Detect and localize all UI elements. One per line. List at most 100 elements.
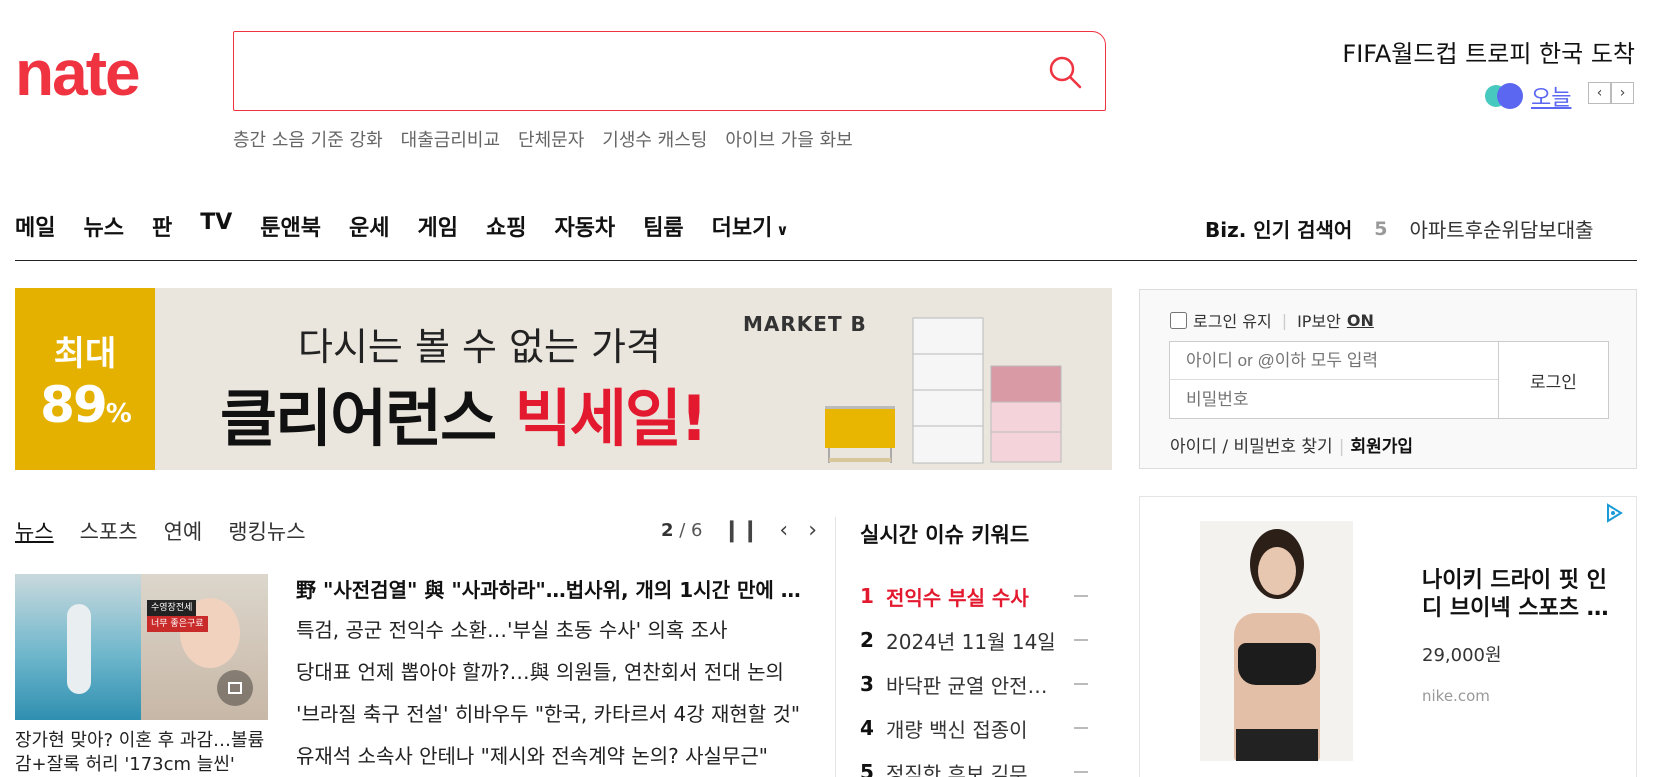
search-input[interactable]: [244, 42, 1024, 100]
no-change-icon: [1074, 771, 1088, 773]
adchoices-icon[interactable]: [1604, 503, 1624, 523]
ip-security-status[interactable]: ON: [1347, 311, 1374, 330]
ad-price: 29,000원: [1422, 645, 1502, 666]
nav-item-shopping[interactable]: 쇼핑: [486, 210, 526, 242]
separator: |: [1338, 437, 1345, 457]
banner-line2-main: 클리어런스: [220, 382, 515, 455]
badge-unit: %: [105, 399, 132, 429]
login-button[interactable]: 로그인: [1498, 342, 1608, 418]
join-link[interactable]: 회원가입: [1350, 437, 1413, 457]
nav-item-tv[interactable]: TV: [200, 210, 232, 242]
nav-item-more[interactable]: 더보기 ∨: [712, 210, 789, 242]
tab-ranking[interactable]: 랭킹뉴스: [228, 516, 305, 546]
ad-title[interactable]: 나이키 드라이 핏 인디 브이넥 스포츠 …: [1422, 567, 1620, 623]
no-change-icon: [1074, 595, 1088, 597]
keyword-rank: 5: [860, 760, 874, 777]
password-field[interactable]: [1170, 381, 1498, 419]
no-change-icon: [1074, 639, 1088, 641]
sports-bra: [1238, 643, 1316, 685]
recommended-keyword[interactable]: 아이브 가을 화보: [725, 126, 852, 152]
page-total: / 6: [679, 520, 703, 541]
main-nav: 메일 뉴스 판 TV 툰앤북 운세 게임 쇼핑 자동차 팀룸 더보기 ∨: [15, 210, 789, 242]
nav-item-fortune[interactable]: 운세: [349, 210, 389, 242]
biz-rank: 5: [1374, 217, 1388, 240]
nate-logo[interactable]: nate: [15, 40, 141, 106]
page-indicator: 2 / 6: [661, 520, 703, 541]
no-change-icon: [1074, 683, 1088, 685]
keep-login-checkbox[interactable]: [1170, 311, 1187, 329]
furniture-image: [825, 317, 1062, 464]
nav-divider: [15, 260, 1637, 261]
model-pants: [1236, 729, 1318, 761]
ad-domain: nike.com: [1422, 687, 1490, 705]
chevron-down-icon: ∨: [776, 221, 789, 239]
news-thumbnail[interactable]: 수영장전세 너무 좋은구료: [15, 574, 268, 720]
today-toggle[interactable]: 오늘: [1485, 80, 1571, 112]
login-links: 아이디 / 비밀번호 찾기 | 회원가입: [1170, 432, 1413, 457]
find-account-link[interactable]: 아이디 / 비밀번호 찾기: [1170, 437, 1333, 457]
recommended-keyword[interactable]: 대출금리비교: [401, 126, 500, 152]
keyword-item[interactable]: 4 개량 백신 접종이: [860, 706, 1088, 750]
thumb-caption[interactable]: 장가현 맞아? 이혼 후 과감…볼륨감+잘록 허리 '173cm 늘씬': [15, 729, 268, 777]
page-current: 2: [661, 520, 674, 541]
next-icon[interactable]: ›: [808, 518, 817, 543]
news-item[interactable]: 당대표 언제 뽑아야 할까?…與 의원들, 연찬회서 전대 논의: [296, 656, 816, 698]
recommended-keyword[interactable]: 기생수 캐스팅: [602, 126, 707, 152]
recommended-keywords: 층간 소음 기준 강화 대출금리비교 단체문자 기생수 캐스팅 아이브 가을 화…: [233, 126, 853, 152]
nav-item-teamroom[interactable]: 팀룸: [643, 210, 683, 242]
recommended-keyword[interactable]: 단체문자: [518, 126, 584, 152]
ip-security-label[interactable]: IP보안: [1297, 308, 1341, 332]
keep-login-label[interactable]: 로그인 유지: [1193, 308, 1272, 332]
prev-arrow-icon[interactable]: ‹: [1588, 82, 1611, 104]
login-panel: 로그인 유지 | IP보안 ON 로그인 아이디 / 비밀번호 찾기|회원가입: [1139, 289, 1637, 469]
product-ad[interactable]: 나이키 드라이 핏 인디 브이넥 스포츠 … 29,000원 nike.com: [1139, 496, 1637, 777]
keywords-title: 실시간 이슈 키워드: [860, 523, 1030, 547]
keyword-rank: 2: [860, 628, 874, 652]
nav-item-toon[interactable]: 툰앤북: [260, 210, 321, 242]
id-field[interactable]: [1170, 342, 1498, 380]
tab-entertainment[interactable]: 연예: [164, 516, 203, 546]
nav-item-game[interactable]: 게임: [417, 210, 457, 242]
news-item[interactable]: 특검, 공군 전익수 소환…'부실 초동 수사' 의혹 조사: [296, 614, 816, 656]
keyword-item[interactable]: 5 정직한 후보 김무…: [860, 750, 1088, 777]
tab-sports[interactable]: 스포츠: [80, 516, 138, 546]
trending-headline[interactable]: FIFA월드컵 트로피 한국 도착: [1342, 34, 1635, 69]
recommended-keyword[interactable]: 층간 소음 기준 강화: [233, 126, 383, 152]
nav-item-news[interactable]: 뉴스: [83, 210, 123, 242]
keyword-item[interactable]: 3 바닥판 균열 안전…: [860, 662, 1088, 706]
keyword-label: 2024년 11월 14일: [886, 629, 1056, 654]
keyword-item[interactable]: 1 전익수 부실 수사: [860, 574, 1088, 618]
no-change-icon: [1074, 727, 1088, 729]
news-item[interactable]: 유재석 소속사 안테나 "제시와 전속계약 논의? 사실무근": [296, 740, 816, 777]
banner-badge-value: 89%: [15, 376, 155, 434]
keyword-item[interactable]: 2 2024년 11월 14일: [860, 618, 1088, 662]
keyword-rank: 1: [860, 584, 874, 608]
banner-line2-highlight: 빅세일!: [514, 382, 708, 455]
product-image[interactable]: [1200, 521, 1353, 761]
pause-icon[interactable]: ❙❙: [723, 518, 760, 543]
tab-news[interactable]: 뉴스: [15, 516, 54, 546]
keywords-list: 1 전익수 부실 수사 2 2024년 11월 14일 3 바닥판 균열 안전……: [860, 574, 1088, 777]
keyword-label: 개량 백신 접종이: [886, 717, 1028, 742]
today-label[interactable]: 오늘: [1531, 80, 1571, 112]
biz-keyword[interactable]: 아파트후순위담보대출: [1410, 214, 1594, 243]
trend-arrows: ‹ ›: [1588, 82, 1634, 104]
news-item[interactable]: '브라질 축구 전설' 히바우두 "한국, 카타르서 4강 재현할 것": [296, 698, 816, 740]
model-face: [1258, 547, 1296, 595]
nav-item-car[interactable]: 자동차: [554, 210, 615, 242]
banner-badge: 최대 89%: [15, 288, 155, 470]
keyword-rank: 4: [860, 716, 874, 740]
news-tabs: 뉴스 스포츠 연예 랭킹뉴스: [15, 516, 306, 546]
today-dots-icon: [1485, 83, 1523, 109]
thumb-tag: 너무 좋은구료: [147, 616, 208, 632]
search-icon[interactable]: [1047, 54, 1083, 90]
prev-icon[interactable]: ‹: [779, 518, 788, 543]
news-headline[interactable]: 野 "사전검열" 與 "사과하라"…법사위, 개의 1시간 만에 …: [296, 574, 816, 614]
ad-banner[interactable]: 최대 89% 다시는 볼 수 없는 가격 클리어런스 빅세일! MARKET B: [15, 288, 1112, 470]
separator: |: [1281, 310, 1288, 330]
keyword-rank: 3: [860, 672, 874, 696]
next-arrow-icon[interactable]: ›: [1611, 82, 1634, 104]
nav-item-pan[interactable]: 판: [152, 210, 172, 242]
nav-item-mail[interactable]: 메일: [15, 210, 55, 242]
swimmer-figure: [67, 604, 91, 694]
